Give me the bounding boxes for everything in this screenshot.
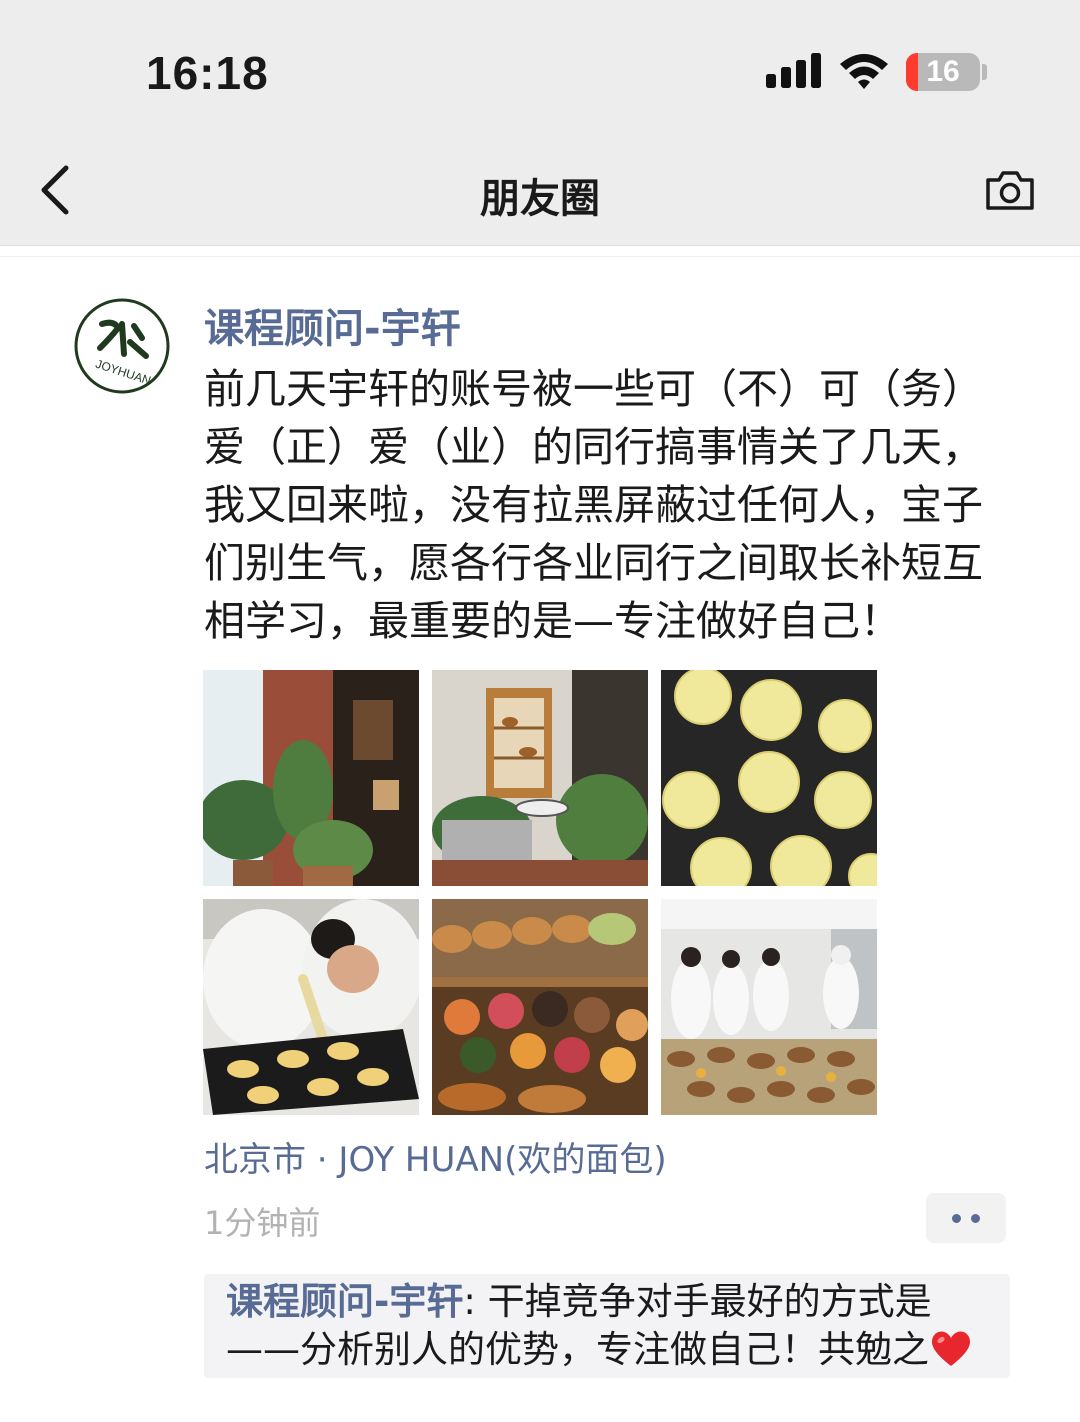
post-text: 前几天宇轩的账号被一些可（不）可（务）爱（正）爱（业）的同行搞事情关了几天，我又… <box>204 365 983 645</box>
wifi-icon <box>840 54 888 89</box>
photo-bread-cabinet[interactable] <box>432 670 648 886</box>
photo-grid <box>203 670 877 1116</box>
header: 16:18 16 朋友圈 <box>0 0 1080 246</box>
comment-author[interactable]: 课程顾问-宇轩 <box>226 1280 463 1323</box>
avatar-logo: JOYHUAN <box>74 298 170 394</box>
more-dot <box>971 1214 980 1223</box>
heart-icon <box>931 1331 971 1366</box>
photo-plants-shop[interactable] <box>203 670 419 886</box>
battery-level: 16 <box>926 55 960 88</box>
post-author[interactable]: 课程顾问-宇轩 <box>204 296 461 354</box>
camera-icon[interactable] <box>984 168 1036 212</box>
battery-indicator: 16 <box>906 53 980 91</box>
photo-baker-piping[interactable] <box>203 899 419 1115</box>
status-time: 16:18 <box>146 47 269 99</box>
signal-icon <box>766 53 821 88</box>
post-time: 1分钟前 <box>204 1204 321 1242</box>
post-location[interactable]: 北京市 · JOY HUAN(欢的面包) <box>204 1132 667 1181</box>
photo-tarts-tray[interactable] <box>661 670 877 886</box>
divider <box>0 256 1080 257</box>
photo-bakery-class[interactable] <box>661 899 877 1115</box>
comment-section: 课程顾问-宇轩: 干掉竞争对手最好的方式是——分析别人的优势，专注做自己！共勉之 <box>204 1274 1010 1378</box>
photo-bread-display[interactable] <box>432 899 648 1115</box>
page-title: 朋友圈 <box>480 176 600 222</box>
more-dot <box>952 1214 961 1223</box>
comment: 课程顾问-宇轩: 干掉竞争对手最好的方式是——分析别人的优势，专注做自己！共勉之 <box>226 1278 996 1374</box>
battery-cap <box>982 64 987 80</box>
more-dots-icon[interactable] <box>926 1193 1006 1243</box>
avatar[interactable]: JOYHUAN <box>72 296 172 396</box>
comment-separator: : <box>463 1280 488 1323</box>
